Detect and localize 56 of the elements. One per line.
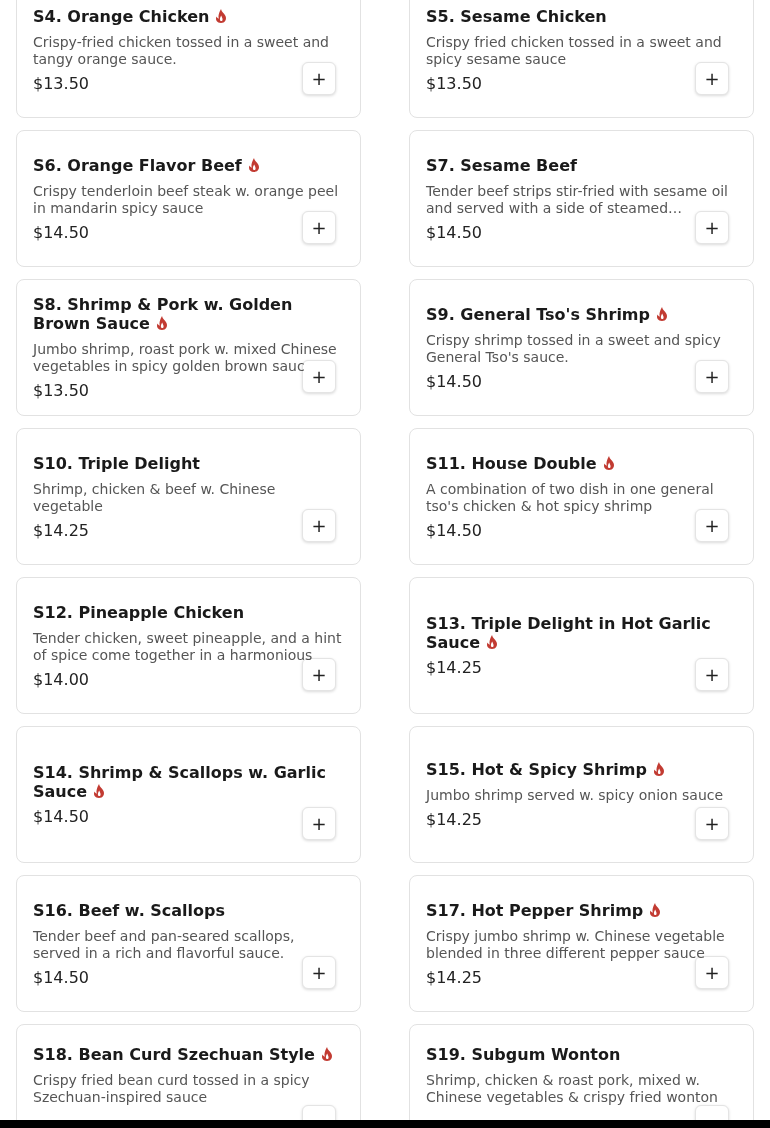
- item-price: $14.25: [426, 810, 482, 829]
- add-button[interactable]: +: [302, 211, 336, 244]
- item-price: $14.50: [426, 222, 482, 242]
- item-description: Jumbo shrimp served w. spicy onion sauce: [426, 787, 725, 804]
- item-title: S19. Subgum Wonton: [426, 1045, 622, 1064]
- item-title: S9. General Tso's Shrimp: [426, 304, 737, 324]
- item-title: S5. Sesame Chicken: [426, 6, 608, 26]
- add-button[interactable]: +: [695, 807, 729, 840]
- item-title: S10. Triple Delight: [33, 453, 201, 473]
- item-title: S8. Shrimp & Pork w. Golden Brown Sauce: [33, 295, 294, 333]
- item-title: S14. Shrimp & Scallops w. Garlic Sauce: [33, 763, 327, 801]
- item-title: S13. Triple Delight in Hot Garlic Sauce: [426, 614, 712, 652]
- flame-icon: [247, 157, 260, 172]
- item-price: $13.50: [426, 73, 482, 93]
- add-button[interactable]: +: [695, 211, 729, 244]
- item-price: $14.50: [33, 222, 89, 242]
- item-price: $14.25: [426, 967, 482, 987]
- item-title: S6. Orange Flavor Beef: [33, 155, 344, 175]
- item-price: $14.50: [33, 807, 89, 826]
- flame-icon: [155, 316, 168, 330]
- flame-icon: [215, 8, 228, 23]
- add-button[interactable]: +: [695, 509, 729, 542]
- add-button[interactable]: +: [302, 62, 336, 95]
- add-button[interactable]: +: [302, 807, 336, 840]
- item-price: $14.50: [426, 371, 482, 391]
- item-title: S11. House Double: [426, 453, 737, 473]
- item-title: S17. Hot Pepper Shrimp: [426, 900, 737, 920]
- item-price: $14.25: [33, 520, 89, 540]
- add-button[interactable]: +: [302, 956, 336, 989]
- item-title: S7. Sesame Beef: [426, 155, 578, 175]
- item-description: Shrimp, chicken & roast pork, mixed w. Chinese vegetables & crispy fried wonton: [426, 1072, 719, 1106]
- item-price: $14.50: [426, 520, 482, 540]
- item-description: Crispy fried bean curd tossed in a spicy Szechuan-inspired sauce: [33, 1072, 311, 1106]
- item-price: $13.50: [33, 381, 89, 400]
- flame-icon: [93, 784, 106, 798]
- flame-icon: [602, 455, 615, 470]
- flame-icon: [486, 635, 499, 649]
- item-title: S12. Pineapple Chicken: [33, 602, 246, 622]
- flame-icon: [320, 1047, 333, 1061]
- flame-icon: [656, 306, 668, 321]
- add-button[interactable]: +: [302, 509, 336, 542]
- item-price: $14.25: [426, 658, 482, 677]
- item-title: S16. Beef w. Scallops: [33, 900, 226, 920]
- flame-icon: [649, 902, 662, 917]
- item-description: Shrimp, chicken & beef w. Chinese vegetable: [33, 480, 277, 515]
- item-price: $14.00: [33, 669, 89, 689]
- add-button[interactable]: +: [695, 658, 729, 691]
- item-title: S15. Hot & Spicy Shrimp: [426, 760, 737, 779]
- flame-icon: [652, 762, 665, 776]
- add-button[interactable]: +: [695, 360, 729, 393]
- item-description: Tender beef and pan-seared scallops, served in a rich and flavorful sauce.: [33, 927, 296, 962]
- item-price: $14.50: [33, 967, 89, 987]
- add-button[interactable]: +: [695, 62, 729, 95]
- item-title: S18. Bean Curd Szechuan Style: [33, 1045, 344, 1064]
- item-title: S4. Orange Chicken: [33, 6, 344, 26]
- item-price: $13.50: [33, 73, 89, 93]
